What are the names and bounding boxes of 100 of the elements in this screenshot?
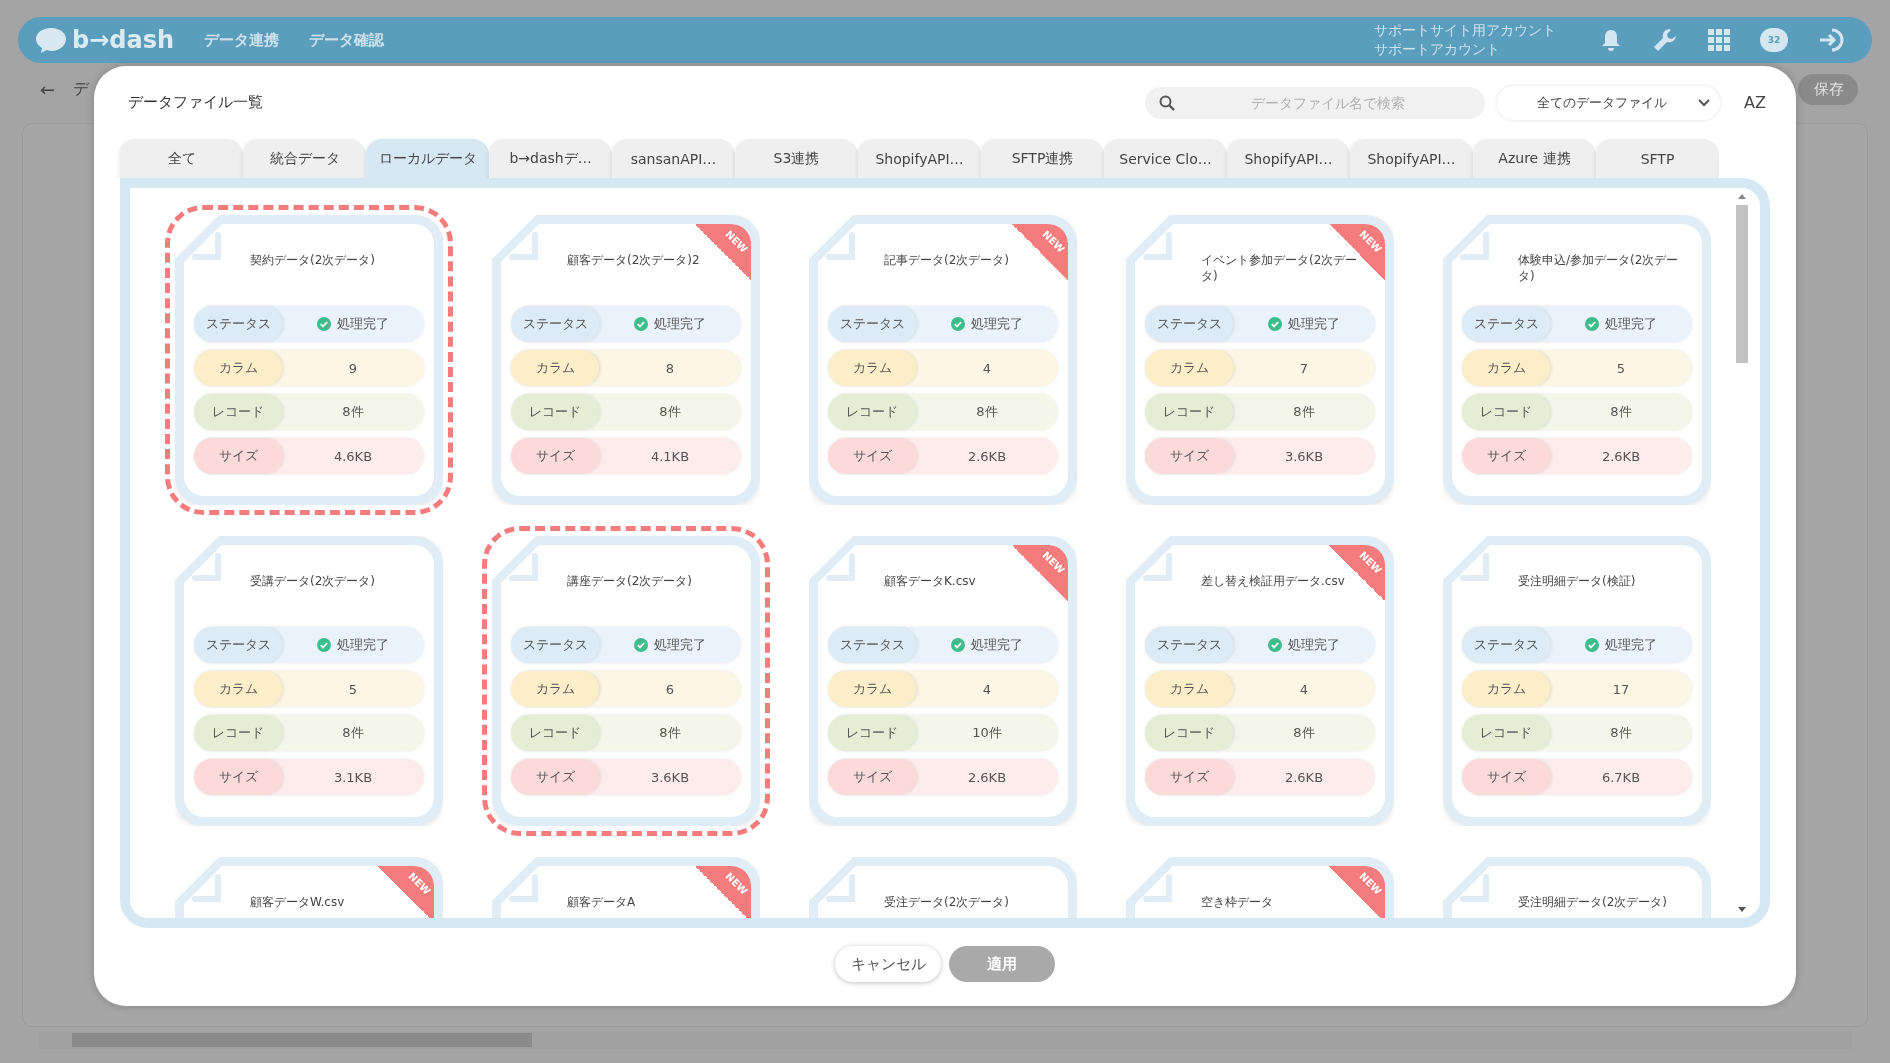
info-label: レコード: [1462, 394, 1550, 430]
search-field[interactable]: データファイル名で検索: [1145, 86, 1486, 119]
info-label: カラム: [1145, 350, 1233, 386]
check-icon: [1585, 317, 1599, 331]
info-value: 6: [664, 680, 676, 699]
back-arrow[interactable]: ←: [40, 78, 56, 100]
tab[interactable]: sansanAPI…: [612, 139, 735, 178]
info-label: ステータス: [194, 306, 282, 342]
info-value: 3.1KB: [332, 768, 374, 787]
file-name: 受注明細データ(検証): [1517, 573, 1637, 590]
info-value: 処理完了: [916, 627, 1058, 663]
tab[interactable]: 全て: [120, 139, 243, 178]
tab[interactable]: ShopifyAPI…: [1227, 139, 1350, 178]
scroll-up-icon[interactable]: [1738, 194, 1746, 199]
tab[interactable]: S3連携: [735, 139, 858, 178]
info-label: カラム: [828, 350, 916, 386]
info-label: サイズ: [511, 759, 599, 795]
info-value: 8件: [658, 403, 682, 421]
info-value: 4: [981, 680, 993, 699]
dialog-title: データファイル一覧: [128, 93, 263, 112]
check-icon: [1268, 638, 1282, 652]
tab[interactable]: Azure 連携: [1473, 139, 1596, 178]
breadcrumb: デ: [73, 78, 90, 100]
file-card[interactable]: 受講データ(2次データ) ステータス 処理完了 カラム 5 レコード 8件 サイズ 3.1KB: [175, 536, 443, 826]
info-value: 4: [1298, 680, 1310, 699]
info-label: カラム: [511, 350, 599, 386]
tab[interactable]: ShopifyAPI…: [858, 139, 981, 178]
info-value: 2.6KB: [966, 447, 1008, 466]
info-label: ステータス: [1145, 306, 1233, 342]
info-label: レコード: [1462, 715, 1550, 751]
info-value: 8件: [1609, 724, 1633, 742]
tab[interactable]: SFTP: [1596, 139, 1719, 178]
info-label: レコード: [1145, 394, 1233, 430]
info-label: ステータス: [828, 306, 916, 342]
info-label: サイズ: [828, 438, 916, 474]
info-label: サイズ: [1145, 438, 1233, 474]
info-value: 4.1KB: [649, 447, 691, 466]
info-value: 8件: [975, 403, 999, 421]
bell-icon[interactable]: [1600, 28, 1622, 52]
scroll-thumb[interactable]: [1736, 205, 1748, 363]
check-icon: [951, 638, 965, 652]
tab[interactable]: Service Clo…: [1104, 139, 1227, 178]
scroll-down-icon[interactable]: [1738, 907, 1746, 912]
file-name: 講座データ(2次データ): [566, 573, 693, 590]
tab[interactable]: b→dashデ…: [489, 139, 612, 178]
info-value: 8件: [341, 403, 365, 421]
logo-icon: [34, 26, 68, 54]
info-label: カラム: [194, 671, 282, 707]
tab[interactable]: ShopifyAPI…: [1350, 139, 1473, 178]
file-name: 契約データ(2次データ): [249, 252, 376, 269]
info-value: 処理完了: [1550, 627, 1692, 663]
file-name: 顧客データA: [566, 894, 637, 911]
info-value: 8件: [658, 724, 682, 742]
info-value: 処理完了: [599, 306, 741, 342]
info-label: ステータス: [828, 627, 916, 663]
info-label: サイズ: [194, 438, 282, 474]
horizontal-scrollbar[interactable]: [38, 1031, 1852, 1049]
file-name: 受講データ(2次データ): [249, 573, 376, 590]
info-label: レコード: [511, 394, 599, 430]
info-value: 3.6KB: [1283, 447, 1325, 466]
file-name: 受注データ(2次データ): [883, 894, 1010, 911]
file-name: 顧客データW.csv: [249, 894, 346, 911]
wrench-icon[interactable]: [1652, 27, 1678, 53]
file-card[interactable]: 受注データ(2次データ): [809, 857, 1077, 918]
info-value: 処理完了: [1233, 306, 1375, 342]
info-value: 10件: [971, 724, 1003, 742]
info-value: 9: [347, 359, 359, 378]
cancel-button[interactable]: キャンセル: [835, 946, 941, 982]
info-label: レコード: [1145, 715, 1233, 751]
info-label: ステータス: [1462, 306, 1550, 342]
file-card[interactable]: 受注明細データ(検証) ステータス 処理完了 カラム 17 レコード 8件 サイズ 6.7KB: [1443, 536, 1711, 826]
info-value: 処理完了: [599, 627, 741, 663]
apps-grid-icon[interactable]: [1708, 29, 1730, 51]
check-icon: [317, 638, 331, 652]
tab[interactable]: ローカルデータ: [366, 139, 489, 178]
check-icon: [317, 317, 331, 331]
file-name: 体験申込/参加データ(2次データ): [1517, 252, 1680, 285]
file-card[interactable]: 受注明細データ(2次データ): [1443, 857, 1711, 918]
file-name: 記事データ(2次データ): [883, 252, 1010, 269]
info-label: カラム: [1462, 671, 1550, 707]
info-label: カラム: [511, 671, 599, 707]
info-label: レコード: [194, 394, 282, 430]
info-value: 処理完了: [282, 306, 424, 342]
check-icon: [951, 317, 965, 331]
tab[interactable]: 統合データ: [243, 139, 366, 178]
sort-button[interactable]: AZ: [1744, 93, 1766, 112]
filter-dropdown[interactable]: 全てのデータファイル: [1497, 85, 1721, 120]
check-icon: [634, 638, 648, 652]
info-label: カラム: [828, 671, 916, 707]
file-card[interactable]: 体験申込/参加データ(2次データ) ステータス 処理完了 カラム 5 レコード 8件 サイズ 2.6KB: [1443, 215, 1711, 505]
chevron-down-icon: [1698, 98, 1711, 107]
info-label: レコード: [194, 715, 282, 751]
info-label: ステータス: [1145, 627, 1233, 663]
info-value: 3.6KB: [649, 768, 691, 787]
info-value: 6.7KB: [1600, 768, 1642, 787]
info-value: 5: [347, 680, 359, 699]
info-label: レコード: [828, 394, 916, 430]
file-name: 空き枠データ: [1200, 894, 1274, 911]
tab[interactable]: SFTP連携: [981, 139, 1104, 178]
info-value: 処理完了: [916, 306, 1058, 342]
